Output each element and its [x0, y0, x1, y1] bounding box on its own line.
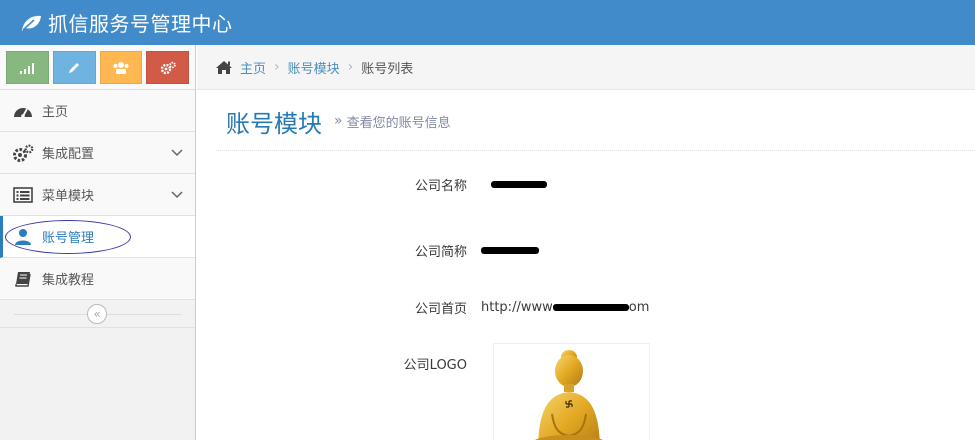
company-logo-image [493, 343, 650, 440]
company-logo-label: 公司LOGO [403, 357, 467, 373]
breadcrumb-module-link[interactable]: 账号模块 [288, 58, 340, 77]
navbar: 抓信服务号管理中心 [0, 0, 975, 45]
redaction-mark [481, 246, 539, 254]
page-subtitle: » 查看您的账号信息 [334, 112, 451, 131]
double-angle-left-icon: « [93, 307, 101, 321]
breadcrumb-current: 账号列表 [361, 61, 414, 77]
leaf-icon[interactable] [20, 12, 42, 34]
sidebar-item-label: 集成教程 [42, 273, 95, 288]
users-icon [113, 61, 129, 74]
app-brand[interactable]: 抓信服务号管理中心 [48, 8, 233, 37]
chevron-down-icon [171, 146, 183, 161]
book-icon [12, 270, 34, 288]
chevron-down-icon [171, 188, 183, 203]
homepage-url-prefix: http://www [481, 299, 553, 315]
list-icon [12, 186, 34, 204]
shortcut-edit-button[interactable] [52, 51, 96, 84]
cogs-icon [160, 61, 176, 74]
company-name-label: 公司名称 [414, 178, 467, 194]
signal-icon [20, 62, 35, 74]
cogs-icon [12, 144, 34, 162]
dashboard-icon [12, 102, 34, 120]
user-icon [12, 228, 34, 246]
sidebar-item-tutorial[interactable]: 集成教程 [0, 258, 195, 300]
breadcrumb: 主页 › 账号模块 › 账号列表 [197, 45, 975, 90]
shortcut-users-button[interactable] [99, 51, 143, 84]
home-icon [215, 60, 233, 75]
sidebar-item-account-management[interactable]: 账号管理 [0, 216, 195, 258]
company-short-row: 公司简称 [216, 240, 975, 260]
breadcrumb-separator-icon: › [347, 59, 354, 75]
page-header: 账号模块 » 查看您的账号信息 [216, 92, 975, 151]
shortcut-settings-button[interactable] [146, 51, 189, 84]
sidebar-collapse-button[interactable]: « [87, 304, 107, 324]
sidebar-item-integration-config[interactable]: 集成配置 [0, 132, 195, 174]
company-name-value [481, 177, 547, 192]
company-name-row: 公司名称 [216, 174, 975, 194]
pencil-icon [69, 62, 80, 73]
company-homepage-label: 公司首页 [414, 301, 467, 317]
company-short-label: 公司简称 [414, 244, 467, 260]
company-short-value [481, 243, 539, 258]
sidebar-item-label: 账号管理 [42, 231, 95, 246]
page-title: 账号模块 [226, 109, 322, 138]
double-angle-right-icon: » [334, 113, 343, 129]
sidebar-shortcuts [0, 45, 195, 90]
breadcrumb-home-link[interactable]: 主页 [240, 58, 266, 77]
company-homepage-value[interactable]: http://www om [481, 300, 649, 315]
breadcrumb-separator-icon: › [274, 59, 280, 75]
shortcut-stats-button[interactable] [6, 51, 49, 84]
sidebar-item-label: 集成配置 [42, 147, 95, 162]
redaction-mark [552, 303, 629, 311]
sidebar-item-home[interactable]: 主页 [0, 90, 195, 132]
sidebar-item-label: 菜单模块 [42, 189, 95, 204]
homepage-url-suffix: om [628, 299, 650, 315]
sidebar-item-label: 主页 [42, 105, 69, 120]
redaction-mark [491, 180, 547, 188]
sidebar-item-menu-module[interactable]: 菜单模块 [0, 174, 195, 216]
sidebar-collapse-bar: « [0, 300, 195, 328]
page-subtitle-text: 查看您的账号信息 [346, 115, 451, 131]
sidebar: 主页 集成配置 菜单模块 账号管理 集成教程 « [0, 45, 196, 440]
company-homepage-row: 公司首页 http://www om [216, 297, 975, 317]
